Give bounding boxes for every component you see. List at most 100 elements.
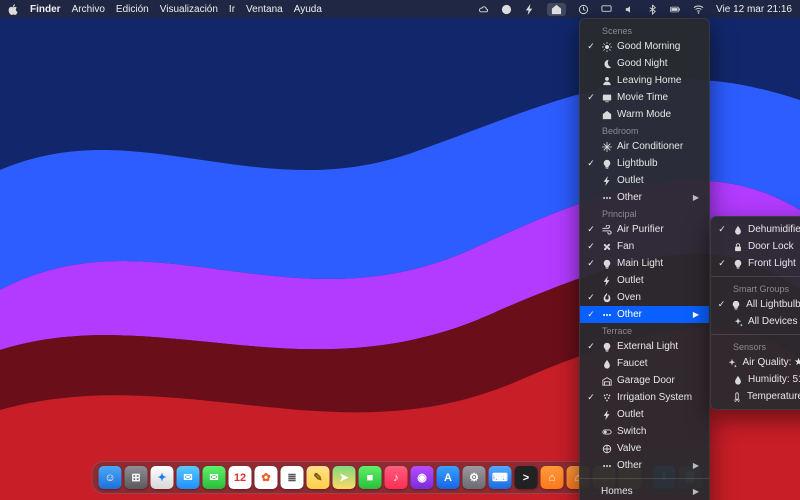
status-display-icon[interactable] [601, 4, 612, 15]
status-volume-icon[interactable] [624, 4, 635, 15]
dock-reminders[interactable]: ≣ [281, 466, 304, 489]
menu-item-label: Outlet [617, 409, 699, 420]
dock-homecontrol[interactable]: ⌂ [541, 466, 564, 489]
menu-item-outlet[interactable]: Outlet [580, 406, 709, 423]
dock-music[interactable]: ♪ [385, 466, 408, 489]
dock-podcasts[interactable]: ◉ [411, 466, 434, 489]
menu-item-other[interactable]: Other▶ [580, 457, 709, 474]
menubar-app-name[interactable]: Finder [30, 4, 61, 15]
status-wifi-icon[interactable] [693, 4, 704, 15]
sun-icon [601, 41, 612, 52]
menu-item-label: Other [617, 192, 678, 203]
menu-item-label: Good Morning [617, 41, 699, 52]
dots-icon [601, 192, 612, 203]
status-cloud-icon[interactable] [478, 4, 489, 15]
menu-item-good-night[interactable]: Good Night [580, 55, 709, 72]
dock-safari[interactable]: ✦ [151, 466, 174, 489]
status-clock[interactable]: Vie 12 mar 21:16 [716, 4, 792, 15]
sensor-label: Temperature: 23,7ºC [747, 391, 800, 402]
bulb-icon [601, 158, 612, 169]
menu-item-label: Lightbulb [617, 158, 699, 169]
menubar-item-ir[interactable]: Ir [229, 4, 235, 15]
status-bolt-icon[interactable] [524, 4, 535, 15]
dock-photos[interactable]: ✿ [255, 466, 278, 489]
menu-item-irrigation-system[interactable]: ✓Irrigation System [580, 389, 709, 406]
moon-icon [601, 58, 612, 69]
check-icon: ✓ [586, 241, 596, 252]
check-icon: ✓ [586, 158, 596, 169]
status-battery-icon[interactable] [670, 4, 681, 15]
menu-item-label: External Light [617, 341, 699, 352]
status-timemachine-icon[interactable] [578, 4, 589, 15]
menu-item-air-purifier[interactable]: ✓Air Purifier [580, 221, 709, 238]
menubar-item-ventana[interactable]: Ventana [246, 4, 283, 15]
dock-mail[interactable]: ✉ [177, 466, 200, 489]
menu-item-homes[interactable]: Homes▶ [580, 483, 709, 500]
valve-icon [601, 443, 612, 454]
dock-maps[interactable]: ➤ [333, 466, 356, 489]
dock-settings[interactable]: ⚙ [463, 466, 486, 489]
menubar-item-visualizacion[interactable]: Visualización [160, 4, 218, 15]
menu-item-label: Warm Mode [617, 109, 699, 120]
status-spotify-icon[interactable] [501, 4, 512, 15]
menu-item-other[interactable]: ✓ Other ▶ [580, 306, 709, 323]
menu-item-label: Oven [617, 292, 699, 303]
bolt-icon [601, 175, 612, 186]
bulb-icon [601, 258, 612, 269]
dock-notes[interactable]: ✎ [307, 466, 330, 489]
menubar-item-edicion[interactable]: Edición [116, 4, 149, 15]
menu-item-label: Front Light [748, 258, 800, 269]
menu-item-label: Irrigation System [617, 392, 699, 403]
check-icon: ✓ [586, 309, 596, 320]
submenu-group-all-devices[interactable]: All Devices [711, 313, 800, 330]
status-bluetooth-icon[interactable] [647, 4, 658, 15]
menu-item-oven[interactable]: ✓Oven [580, 289, 709, 306]
dock-calendar[interactable]: 12 [229, 466, 252, 489]
submenu-item-door-lock[interactable]: Door Lock [711, 238, 800, 255]
menu-item-label: Valve [617, 443, 699, 454]
dock-terminal[interactable]: > [515, 466, 538, 489]
menu-item-good-morning[interactable]: ✓Good Morning [580, 38, 709, 55]
submenu-group-all-lightbulb-devices[interactable]: ✓All Lightbulb Devices [711, 296, 800, 313]
drop-icon [601, 358, 612, 369]
dock-facetime[interactable]: ■ [359, 466, 382, 489]
check-icon: ✓ [717, 299, 726, 310]
dock-finder[interactable]: ☺ [99, 466, 122, 489]
menubar-item-ayuda[interactable]: Ayuda [294, 4, 322, 15]
menu-item-label: Main Light [617, 258, 699, 269]
menu-item-other[interactable]: Other▶ [580, 189, 709, 206]
dock-launchpad[interactable]: ⊞ [125, 466, 148, 489]
menu-item-label: Other [617, 309, 678, 320]
menu-item-air-conditioner[interactable]: Air Conditioner [580, 138, 709, 155]
menu-item-warm-mode[interactable]: Warm Mode [580, 106, 709, 123]
menu-item-main-light[interactable]: ✓Main Light [580, 255, 709, 272]
menu-item-movie-time[interactable]: ✓Movie Time [580, 89, 709, 106]
menu-item-label: Outlet [617, 175, 699, 186]
menu-item-label: Door Lock [748, 241, 800, 252]
apple-menu-icon[interactable] [8, 4, 19, 15]
menu-item-outlet[interactable]: Outlet [580, 272, 709, 289]
status-home-icon[interactable] [547, 3, 566, 16]
chevron-right-icon: ▶ [693, 310, 699, 319]
menu-item-leaving-home[interactable]: Leaving Home [580, 72, 709, 89]
dots-icon [601, 309, 612, 320]
dock-appstore[interactable]: A [437, 466, 460, 489]
check-icon: ✓ [586, 341, 596, 352]
menu-item-label: Dehumidifier [748, 224, 800, 235]
bolt-icon [601, 409, 612, 420]
dock-messages[interactable]: ✉ [203, 466, 226, 489]
menu-item-fan[interactable]: ✓Fan [580, 238, 709, 255]
menu-item-switch[interactable]: Switch [580, 423, 709, 440]
menu-item-label: Air Conditioner [617, 141, 699, 152]
menu-item-garage-door[interactable]: Garage Door [580, 372, 709, 389]
submenu-item-front-light[interactable]: ✓Front Light [711, 255, 800, 272]
menu-item-external-light[interactable]: ✓ External Light [580, 338, 709, 355]
menu-item-faucet[interactable]: Faucet [580, 355, 709, 372]
menu-item-lightbulb[interactable]: ✓ Lightbulb [580, 155, 709, 172]
menu-item-outlet[interactable]: Outlet [580, 172, 709, 189]
dock-xcode[interactable]: ⌨ [489, 466, 512, 489]
submenu-item-dehumidifier[interactable]: ✓Dehumidifier [711, 221, 800, 238]
menu-item-valve[interactable]: Valve [580, 440, 709, 457]
menu-section-header: Bedroom [580, 123, 709, 138]
menubar-item-archivo[interactable]: Archivo [72, 4, 105, 15]
